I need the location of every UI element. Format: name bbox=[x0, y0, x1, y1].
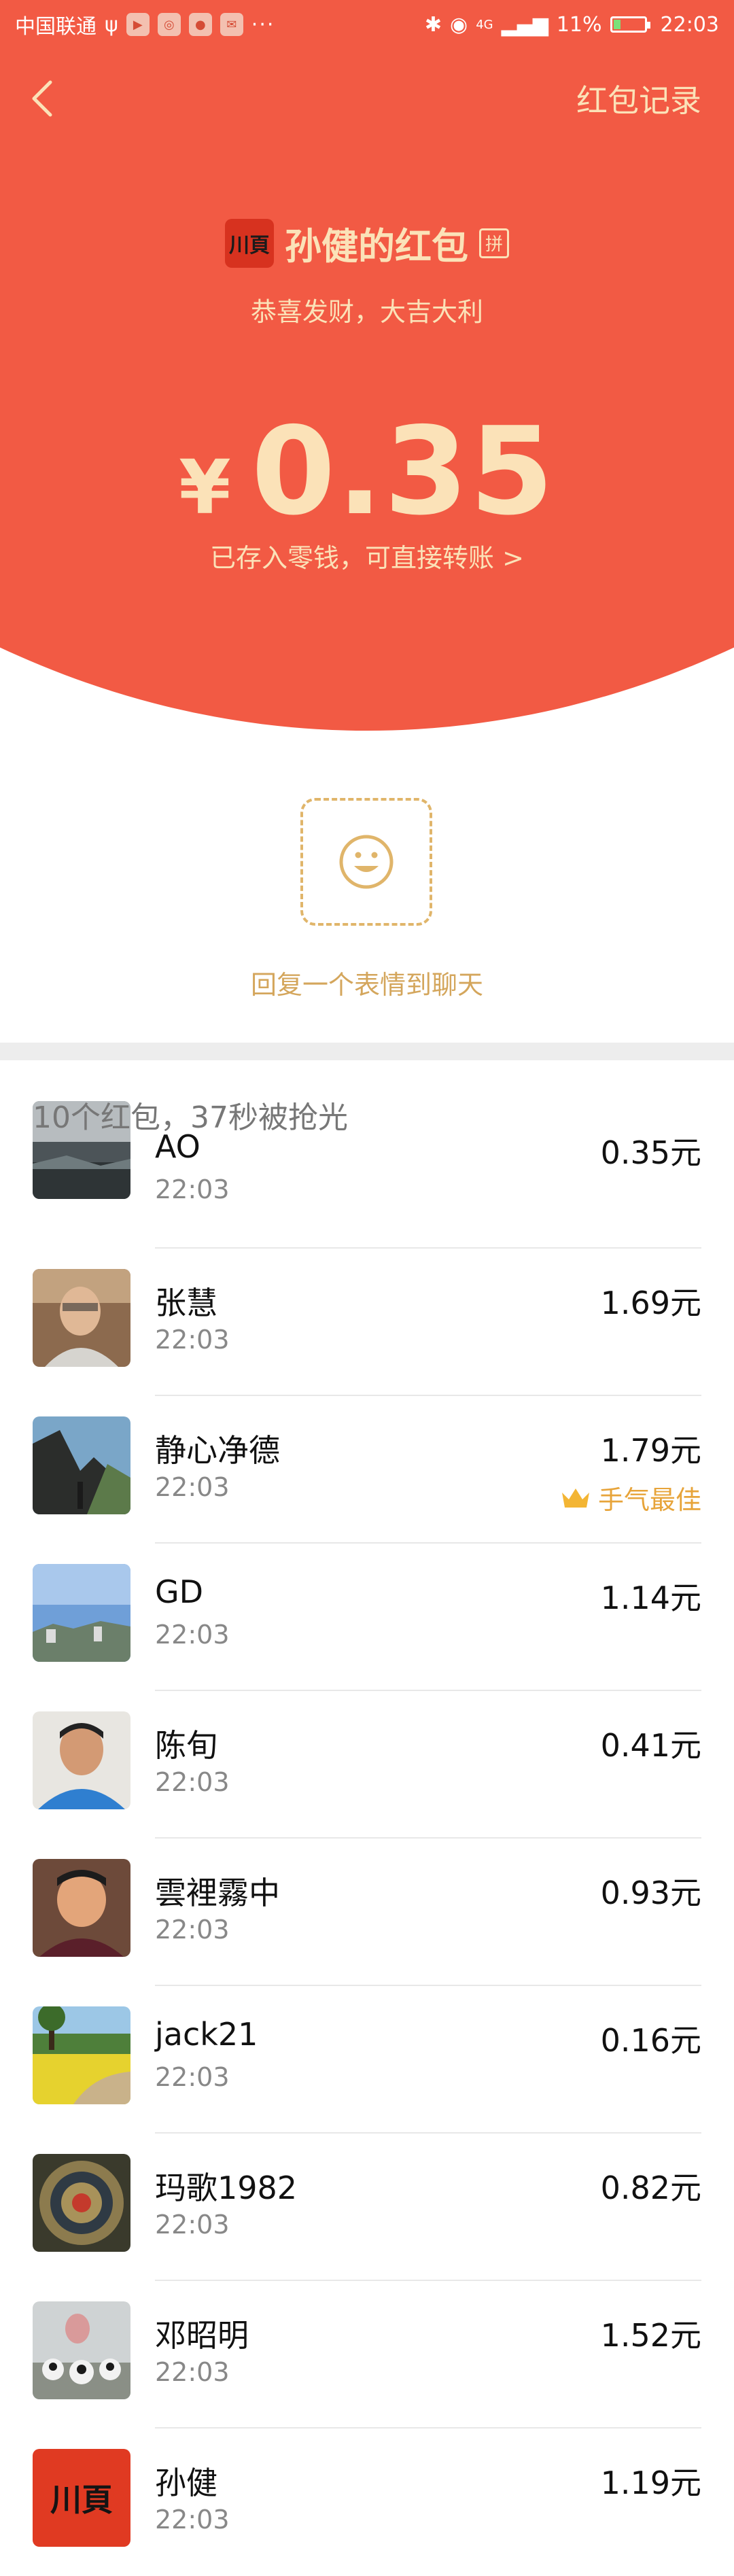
notification-app-icon: ● bbox=[188, 13, 212, 36]
receive-time: 22:03 bbox=[155, 1767, 230, 1797]
receive-amount: 1.19元 bbox=[600, 2465, 701, 2501]
notification-app-icon: ▶ bbox=[126, 13, 150, 36]
avatar-calligraphy: 川頁 bbox=[50, 2482, 113, 2518]
red-packet-header: 红包记录 川頁 孙健的红包 拼 恭喜发财，大吉大利 ¥ 0.35 已存入零钱，可… bbox=[0, 0, 734, 731]
receive-amount: 0.35元 bbox=[600, 1134, 701, 1171]
list-item[interactable]: 川頁 孙健 22:03 1.19元 bbox=[0, 2429, 734, 2576]
carrier-label: 中国联通 bbox=[15, 15, 97, 39]
avatar[interactable]: 川頁 bbox=[33, 2449, 130, 2547]
list-item[interactable]: 雲裡霧中 22:03 0.93元 bbox=[0, 1839, 734, 1986]
receive-amount: 1.14元 bbox=[600, 1580, 701, 1616]
receiver-name: 雲裡霧中 bbox=[155, 1875, 280, 1911]
reply-emoji-label[interactable]: 回复一个表情到聊天 bbox=[0, 964, 734, 1001]
packet-summary: 10个红包，37秒被抢光 bbox=[33, 1100, 348, 1135]
avatar[interactable] bbox=[33, 1859, 130, 1957]
status-right: ✱ ◉ 4G ▂▄▆ 11% 22:03 bbox=[425, 13, 719, 37]
smiley-icon bbox=[339, 835, 394, 889]
battery-percent: 11% bbox=[556, 12, 602, 37]
receive-time: 22:03 bbox=[155, 2357, 230, 2387]
battery-icon bbox=[610, 16, 650, 33]
clock: 22:03 bbox=[660, 12, 719, 37]
list-item[interactable]: 玛歌1982 22:03 0.82元 bbox=[0, 2134, 734, 2281]
receive-amount: 0.16元 bbox=[600, 2022, 701, 2059]
receiver-name: 邓昭明 bbox=[155, 2317, 249, 2354]
back-button[interactable] bbox=[27, 78, 57, 119]
sender-name: 孙健的红包 bbox=[285, 225, 468, 268]
receive-amount: 1.52元 bbox=[600, 2317, 701, 2354]
receive-time: 22:03 bbox=[155, 2505, 230, 2535]
bluetooth-icon: ✱ bbox=[424, 12, 442, 37]
stored-to-balance-link[interactable]: 已存入零钱，可直接转账 > bbox=[0, 537, 734, 574]
receive-time: 22:03 bbox=[155, 1174, 230, 1204]
receive-amount: 1.69元 bbox=[600, 1285, 701, 1321]
receive-time: 22:03 bbox=[155, 1915, 230, 1945]
receiver-name: 陈旬 bbox=[155, 1727, 217, 1764]
list-item[interactable]: 陈旬 22:03 0.41元 bbox=[0, 1691, 734, 1839]
receive-time: 22:03 bbox=[155, 1325, 230, 1355]
receive-time: 22:03 bbox=[155, 1620, 230, 1650]
reply-emoji-button[interactable] bbox=[300, 798, 432, 926]
usb-icon: ψ bbox=[105, 12, 118, 37]
receive-time: 22:03 bbox=[155, 2062, 230, 2092]
avatar[interactable] bbox=[33, 1564, 130, 1662]
network-type: 4G bbox=[476, 17, 493, 32]
avatar[interactable] bbox=[33, 2154, 130, 2252]
section-divider bbox=[0, 1043, 734, 1060]
best-luck-tag: 手气最佳 bbox=[560, 1479, 701, 1516]
sender-row: 川頁 孙健的红包 拼 bbox=[0, 216, 734, 270]
list-item[interactable]: 张慧 22:03 1.69元 bbox=[0, 1249, 734, 1396]
notification-app-icon: ✉ bbox=[220, 13, 243, 36]
receive-amount: 0.82元 bbox=[600, 2170, 701, 2206]
receiver-name: 孙健 bbox=[155, 2465, 217, 2501]
receiver-name: 静心净德 bbox=[155, 1432, 280, 1469]
avatar[interactable] bbox=[33, 1711, 130, 1809]
notification-app-icon: ◎ bbox=[157, 13, 181, 36]
receive-amount: 0.93元 bbox=[600, 1875, 701, 1911]
list-item[interactable]: 静心净德 22:03 1.79元 手气最佳 bbox=[0, 1396, 734, 1544]
more-notifications-icon: ··· bbox=[251, 12, 275, 37]
receiver-name: jack21 bbox=[155, 2016, 258, 2053]
back-arrow-icon bbox=[32, 80, 52, 117]
crown-icon bbox=[561, 1488, 589, 1508]
eye-comfort-icon: ◉ bbox=[450, 12, 468, 37]
avatar[interactable] bbox=[33, 2006, 130, 2104]
currency-symbol: ¥ bbox=[179, 444, 231, 531]
receiver-list: AO 22:03 0.35元 张慧 22:03 1.69元 静心净德 22:03… bbox=[0, 1101, 734, 2576]
list-item[interactable]: 邓昭明 22:03 1.52元 bbox=[0, 2281, 734, 2429]
greeting-text: 恭喜发财，大吉大利 bbox=[250, 297, 483, 327]
received-amount: 0.35 bbox=[251, 401, 555, 542]
red-packet-records-link[interactable]: 红包记录 bbox=[576, 76, 701, 121]
receive-time: 22:03 bbox=[155, 1472, 230, 1502]
status-left: 中国联通 ψ ▶ ◎ ● ✉ ··· bbox=[15, 10, 275, 39]
receiver-name: 张慧 bbox=[155, 1285, 217, 1321]
sender-avatar[interactable]: 川頁 bbox=[225, 218, 274, 268]
amount-row: ¥ 0.35 bbox=[0, 401, 734, 542]
receive-time: 22:03 bbox=[155, 2210, 230, 2240]
receiver-name: GD bbox=[155, 1573, 204, 1610]
list-item[interactable]: GD 22:03 1.14元 bbox=[0, 1544, 734, 1691]
receiver-name: 玛歌1982 bbox=[155, 2170, 298, 2206]
best-luck-label: 手气最佳 bbox=[597, 1485, 701, 1515]
avatar[interactable] bbox=[33, 2301, 130, 2399]
status-bar: 中国联通 ψ ▶ ◎ ● ✉ ··· ✱ ◉ 4G ▂▄▆ 11% 22:03 bbox=[0, 0, 734, 49]
receive-amount: 1.79元 bbox=[600, 1432, 701, 1469]
pin-badge: 拼 bbox=[479, 228, 509, 258]
avatar[interactable] bbox=[33, 1416, 130, 1514]
list-item[interactable]: jack21 22:03 0.16元 bbox=[0, 1986, 734, 2134]
receive-amount: 0.41元 bbox=[600, 1727, 701, 1764]
avatar[interactable] bbox=[33, 1269, 130, 1367]
signal-icon: ▂▄▆ bbox=[501, 12, 548, 37]
